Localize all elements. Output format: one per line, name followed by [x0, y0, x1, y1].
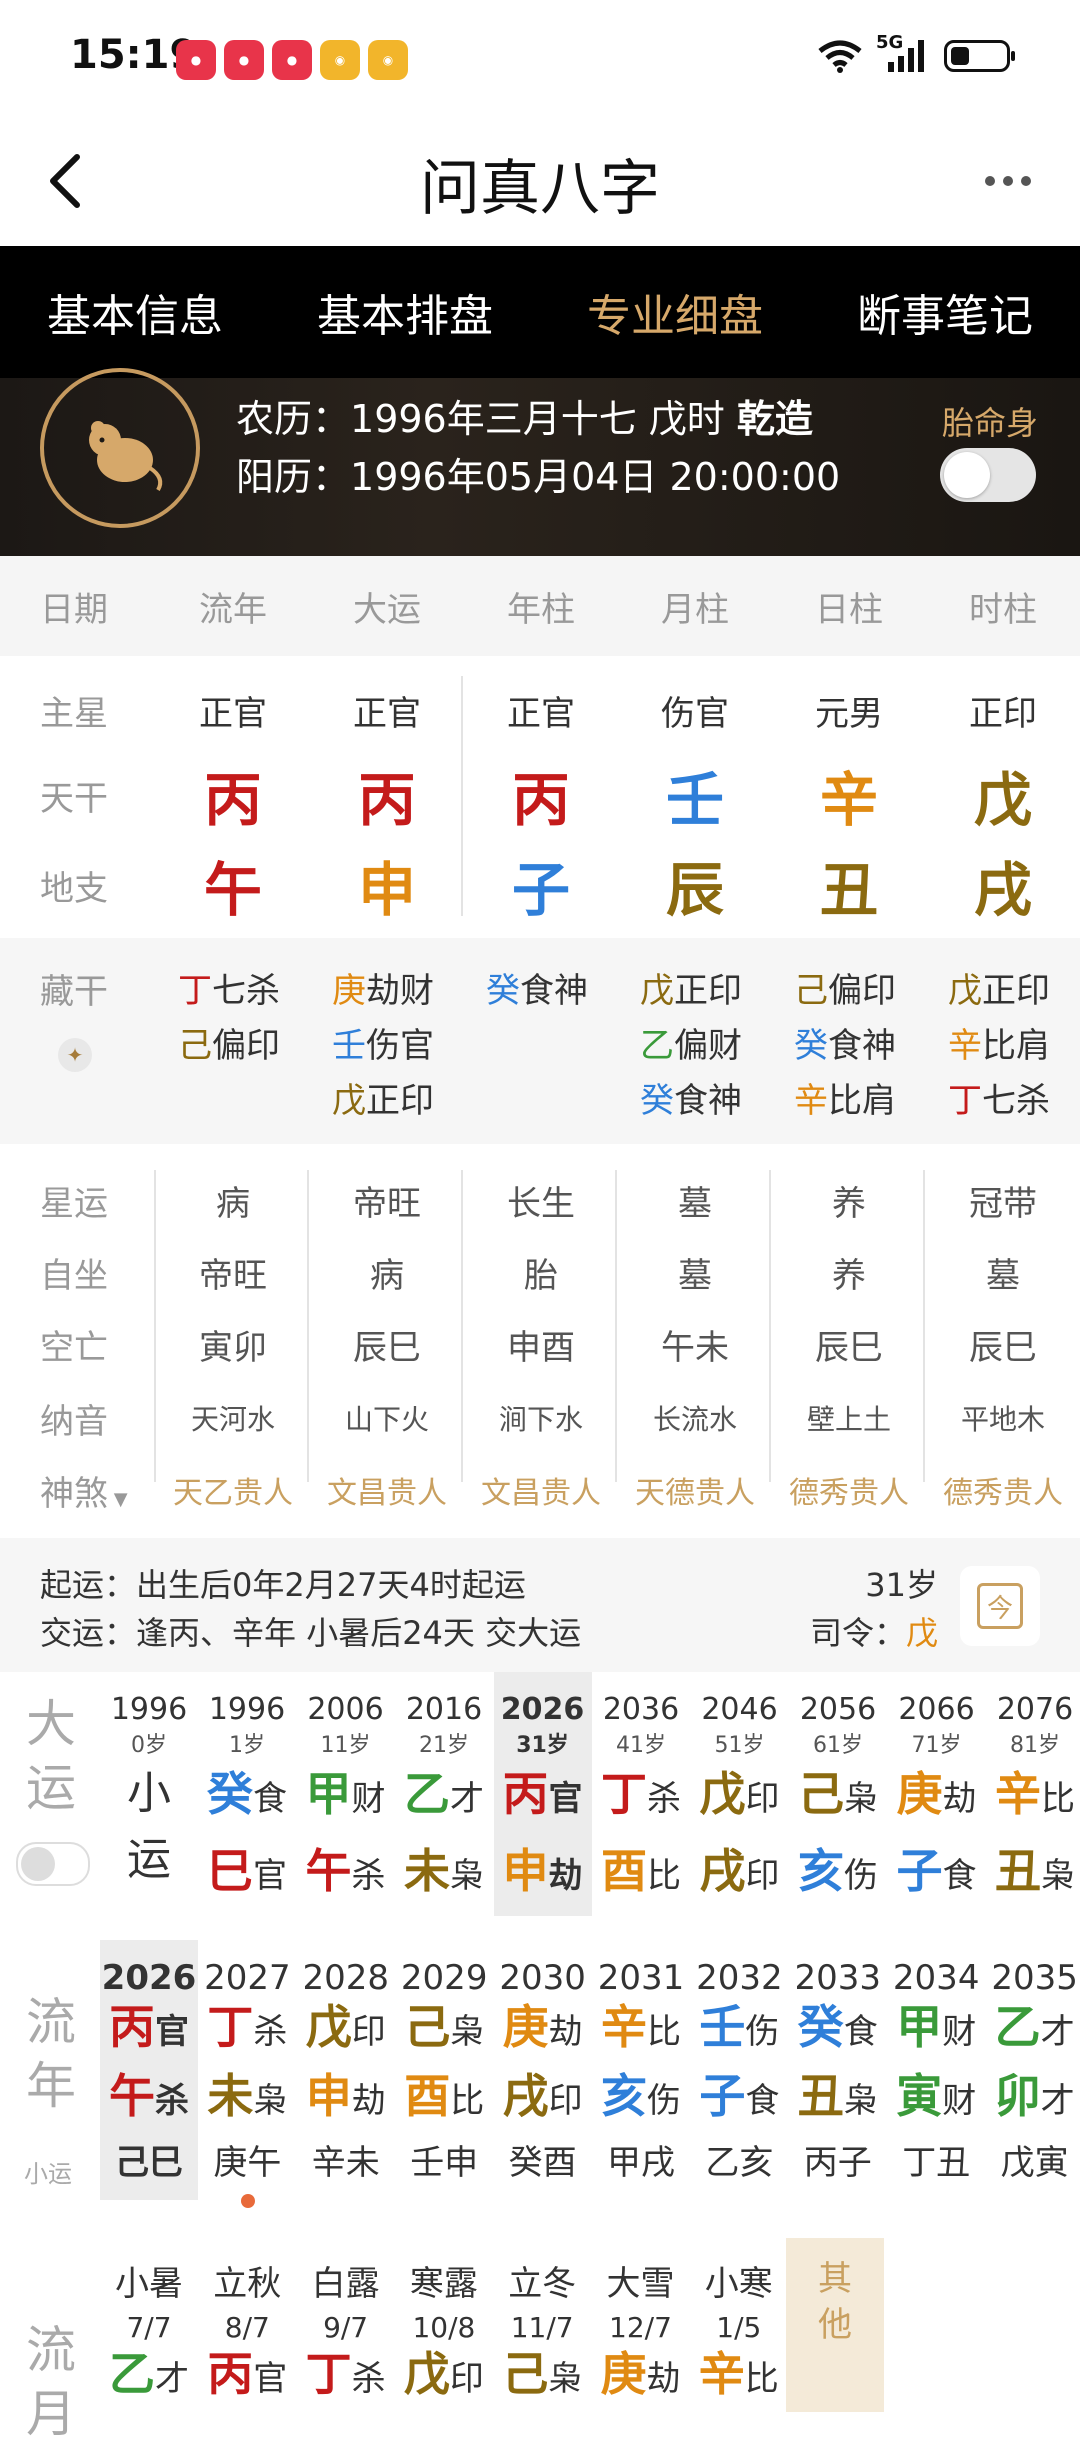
nayin-row: 纳音 天河水 山下火 涧下水 长流水 壁上土 平地木	[40, 1401, 1045, 1442]
column-header: 日期	[40, 589, 108, 630]
tab-pro-chart[interactable]: 专业细盘	[540, 246, 810, 378]
weibo-notification-icon: ◉	[320, 40, 360, 80]
liunian-item[interactable]: 2031 辛比 亥伤 甲戌	[592, 1958, 690, 2190]
status-bar: 15:19 ● ● ● ◉ ◉ 5G	[0, 0, 1080, 120]
column-header: 年柱	[507, 589, 575, 630]
taiming-toggle[interactable]	[940, 448, 1036, 502]
zodiac-rat-avatar	[40, 368, 200, 528]
dayun-item[interactable]: 1996 1岁 癸食 巳官	[198, 1692, 296, 1915]
liunian-item[interactable]: 2030 庚劫 戌印 癸酉	[494, 1958, 592, 2190]
pin-icon[interactable]: ✦	[58, 1038, 92, 1072]
tab-bar: 基本信息 基本排盘 专业细盘 断事笔记	[0, 246, 1080, 378]
dayun-toggle[interactable]	[16, 1842, 90, 1886]
qiyun-info: 起运：出生后0年2月27天4时起运 交运：逢丙、辛年 小暑后24天 交大运 31…	[0, 1538, 1080, 1672]
app-notification-icon: ●	[176, 40, 216, 80]
dayun-item[interactable]: 2046 51岁 戊印 戌印	[691, 1692, 789, 1915]
main-star-row: 主星 正官 正官 正官 伤官 元男 正印	[40, 693, 1037, 734]
liunian-item[interactable]: 2028 戊印 申劫 辛未	[297, 1958, 395, 2190]
liunian-item[interactable]: 2033 癸食 丑枭 丙子	[789, 1958, 887, 2190]
taiming-label: 胎命身	[941, 404, 1038, 442]
liunian-item[interactable]: 2032 壬伤 子食 乙亥	[690, 1958, 788, 2190]
dayun-section: 大运 1996 0岁 小 运 1996 1岁 癸食 巳官 2006 11岁 甲财 午杀 2016 2…	[0, 1672, 1080, 1916]
xingyun-row: 星运 病帝旺 长生墓养冠带	[40, 1183, 1037, 1224]
liunian-item[interactable]: 2035 乙才 卯才 戊寅	[986, 1958, 1080, 2190]
wifi-icon	[818, 40, 862, 73]
liunian-section: 流年 小运 2026 丙官 午杀 己巳 2027 丁杀 未枭 庚午 2028 戊印 申劫 辛未 2029…	[0, 1940, 1080, 2208]
app-notification-icon: ●	[272, 40, 312, 80]
shensha-dropdown[interactable]: 神煞 ▼	[0, 1466, 156, 1515]
shensha-row: 神煞 ▼ 天乙贵人 文昌贵人 文昌贵人 天德贵人 德秀贵人 德秀贵人	[0, 1460, 1080, 1520]
calendar-icon: 今	[977, 1583, 1023, 1629]
liunian-item[interactable]: 2026 丙官 午杀 己巳	[100, 1958, 198, 2190]
dayun-item[interactable]: 2036 41岁 丁杀 酉比	[592, 1692, 690, 1915]
shensha-section: 星运 病帝旺 长生墓养冠带 自坐 帝旺病胎墓养墓 空亡 寅卯 辰巳 申酉 午未 辰巳 辰巳 …	[0, 1144, 1080, 1538]
current-month-dot	[241, 2194, 255, 2208]
dayun-item[interactable]: 2006 11岁 甲财 午杀	[297, 1692, 395, 1915]
liuyue-item[interactable]: 大雪 12/7 庚劫	[592, 2256, 690, 2415]
dayun-item[interactable]: 2066 71岁 庚劫 子食	[888, 1692, 986, 1915]
liuyue-item[interactable]: 立秋 8/7 丙官	[198, 2256, 296, 2415]
lunar-date: 农历：1996年三月十七 戊时 乾造	[236, 397, 813, 441]
weibo-notification-icon: ◉	[368, 40, 408, 80]
dayun-item[interactable]: 2016 21岁 乙才 未枭	[395, 1692, 493, 1915]
liuyue-section: 流月 其他 小暑 7/7 乙才 立秋 8/7 丙官 白露 9/7 丁杀 寒露 10/8 戊印 立冬 11/…	[0, 2238, 1080, 2443]
tab-notes[interactable]: 断事笔记	[810, 246, 1080, 378]
column-header: 时柱	[969, 589, 1037, 630]
liunian-item[interactable]: 2027 丁杀 未枭 庚午	[198, 1958, 296, 2190]
column-header-row: 日期 流年 大运 年柱 月柱 日柱 时柱	[0, 556, 1080, 656]
other-button[interactable]: 其他	[786, 2238, 884, 2412]
liuyue-item[interactable]: 白露 9/7 丁杀	[297, 2256, 395, 2415]
solar-date: 阳历：1996年05月04日 20:00:00	[236, 455, 841, 499]
more-button[interactable]	[968, 146, 1048, 216]
dayun-item[interactable]: 2026 31岁 丙官 申劫	[494, 1692, 592, 1915]
pillars-section: 主星 正官 正官 正官 伤官 元男 正印 天干 丙 丙 丙 壬 辛 戊 地支 午…	[0, 656, 1080, 938]
dizhi-row: 地支 午 申 子 辰 丑 戌	[40, 856, 1032, 924]
dayun-label: 大运	[26, 1695, 76, 1817]
calendar-today-button[interactable]: 今	[960, 1566, 1040, 1646]
tab-basic-info[interactable]: 基本信息	[0, 246, 270, 378]
liuyue-item[interactable]: 小寒 1/5 辛比	[690, 2256, 788, 2415]
kongwang-row: 空亡 寅卯 辰巳 申酉 午未 辰巳 辰巳	[40, 1327, 1037, 1368]
tab-basic-chart[interactable]: 基本排盘	[270, 246, 540, 378]
gender-tag: 乾造	[736, 397, 813, 441]
profile-banner: 农历：1996年三月十七 戊时 乾造 阳历：1996年05月04日 20:00:…	[0, 368, 1080, 556]
dayun-item[interactable]: 2056 61岁 己枭 亥伤	[789, 1692, 887, 1915]
more-icon	[985, 176, 995, 186]
column-header: 日柱	[815, 589, 883, 630]
system-indicators: 5G	[818, 32, 1015, 74]
liuyue-item[interactable]: 寒露 10/8 戊印	[395, 2256, 493, 2415]
liuyue-item[interactable]: 立冬 11/7 己枭	[493, 2256, 591, 2415]
signal-icon: 5G	[876, 32, 930, 74]
battery-icon	[944, 40, 1015, 72]
liunian-item[interactable]: 2034 甲财 寅财 丁丑	[887, 1958, 985, 2190]
column-header: 月柱	[661, 589, 729, 630]
zizuo-row: 自坐 帝旺病胎墓养墓	[40, 1255, 1020, 1296]
column-header: 大运	[353, 589, 421, 630]
nav-bar: 问真八字	[0, 120, 1080, 246]
liuyue-item[interactable]: 小暑 7/7 乙才	[100, 2256, 198, 2415]
app-notification-icon: ●	[224, 40, 264, 80]
notification-icons: ● ● ● ◉ ◉	[176, 40, 408, 80]
rat-icon	[89, 421, 163, 492]
dayun-item[interactable]: 1996 0岁 小 运	[100, 1692, 198, 1893]
tiangan-row: 天干 丙 丙 丙 壬 辛 戊	[40, 766, 1032, 834]
canggan-section: 藏干 ✦ 丁七杀 己偏印 庚劫财 壬伤官 戊正印 癸食神 戊正印 乙偏财 癸食神…	[0, 938, 1080, 1144]
column-header: 流年	[199, 589, 267, 630]
page-title: 问真八字	[420, 154, 660, 224]
liunian-item[interactable]: 2029 己枭 酉比 壬申	[395, 1958, 493, 2190]
dayun-item[interactable]: 2076 81岁 辛比 丑枭	[986, 1692, 1080, 1915]
